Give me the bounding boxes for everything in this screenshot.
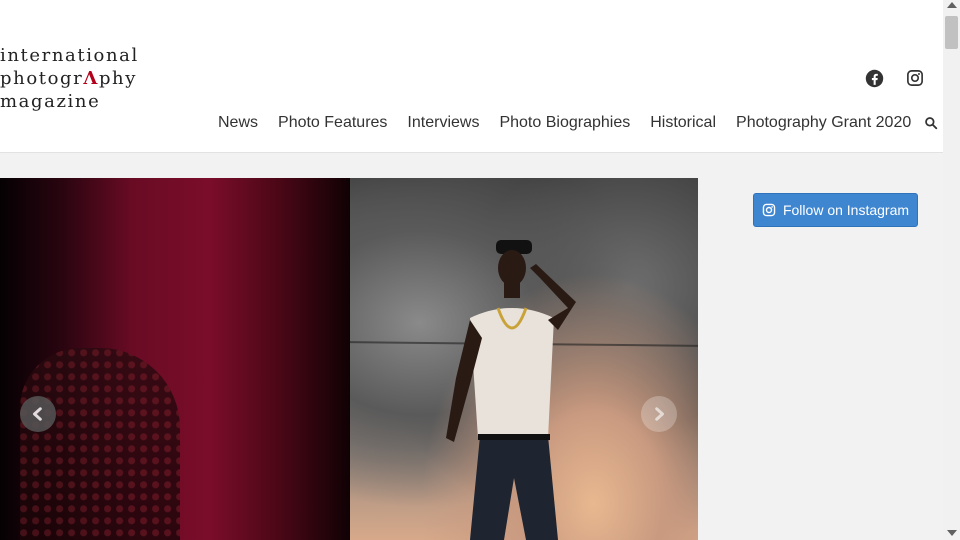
nav-item-photo-biographies[interactable]: Photo Biographies — [499, 114, 630, 132]
site-logo[interactable]: international photogrΛphy magazine — [0, 44, 139, 113]
nav-item-photography-grant[interactable]: Photography Grant 2020 — [736, 114, 911, 132]
carousel-image-left — [0, 178, 350, 540]
logo-accent-letter: Λ — [83, 68, 99, 89]
nav-item-historical[interactable]: Historical — [650, 114, 716, 132]
logo-line-3: magazine — [0, 91, 101, 112]
nav-item-interviews[interactable]: Interviews — [407, 114, 479, 132]
carousel-prev-button[interactable] — [20, 396, 56, 432]
carousel-next-button[interactable] — [641, 396, 677, 432]
facebook-icon[interactable] — [863, 67, 885, 89]
logo-line-1: international — [0, 45, 139, 66]
vertical-scrollbar[interactable] — [943, 0, 960, 540]
nav-item-news[interactable]: News — [218, 114, 258, 132]
site-header: international photogrΛphy magazine News … — [0, 0, 943, 153]
portrait-figure — [20, 348, 180, 540]
standing-man-figure — [446, 240, 576, 540]
instagram-icon — [762, 203, 776, 217]
logo-line-2-post: phy — [98, 68, 138, 89]
chevron-left-icon — [33, 407, 42, 421]
scrollbar-thumb[interactable] — [945, 16, 958, 49]
search-icon[interactable] — [923, 115, 939, 131]
logo-line-2: photogrΛphy — [0, 67, 139, 90]
photo-carousel[interactable] — [0, 178, 698, 540]
follow-button-label: Follow on Instagram — [782, 202, 910, 218]
logo-line-2-pre: photogr — [0, 68, 84, 89]
follow-on-instagram-button[interactable]: Follow on Instagram — [753, 193, 918, 227]
scroll-down-arrow-icon[interactable] — [947, 530, 957, 536]
scroll-up-arrow-icon[interactable] — [947, 2, 957, 8]
nav-item-photo-features[interactable]: Photo Features — [278, 114, 387, 132]
main-navigation: News Photo Features Interviews Photo Bio… — [218, 112, 939, 134]
carousel-image-right — [349, 178, 698, 540]
chevron-right-icon — [655, 407, 664, 421]
instagram-icon[interactable] — [904, 67, 926, 89]
